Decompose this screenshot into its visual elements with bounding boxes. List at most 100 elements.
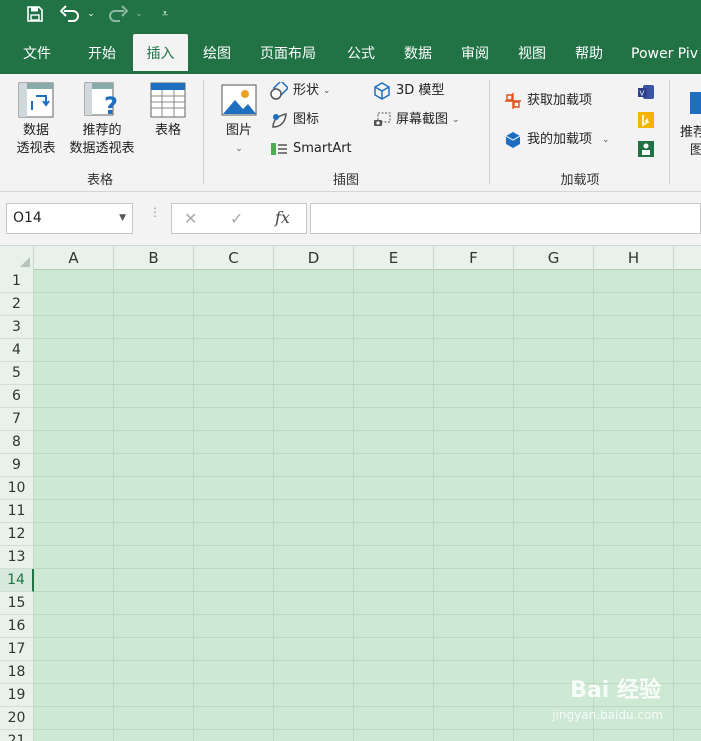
tab-file[interactable]: 文件 [12, 34, 62, 74]
recommended-charts-icon [690, 92, 701, 114]
row-header-4[interactable]: 4 [0, 339, 34, 362]
group-label-addins: 加载项 [560, 173, 600, 188]
column-header-g[interactable]: G [514, 246, 594, 270]
icons-button[interactable]: 图标 [270, 111, 319, 129]
row-header-11[interactable]: 11 [0, 500, 34, 523]
column-header-h[interactable]: H [594, 246, 674, 270]
undo-icon[interactable] [58, 3, 82, 25]
title-bar: ⌄ ⌄ ⩡ [0, 0, 701, 34]
undo-dropdown-icon[interactable]: ⌄ [84, 3, 98, 25]
smartart-icon [270, 140, 288, 158]
get-addins-icon [504, 92, 522, 110]
visio-addin-icon[interactable]: V [637, 83, 655, 101]
tab-review[interactable]: 审阅 [450, 34, 500, 74]
name-box[interactable]: O14 ▼ [6, 203, 133, 234]
recommended-pivot-button[interactable]: ? 推荐的 数据透视表 [64, 82, 140, 158]
row-header-19[interactable]: 19 [0, 684, 34, 707]
row-header-14[interactable]: 14 [0, 569, 34, 592]
my-addins-button[interactable]: 我的加载项 ⌄ [504, 131, 610, 149]
shapes-label: 形状 [293, 83, 320, 98]
row-header-9[interactable]: 9 [0, 454, 34, 477]
redo-icon [106, 3, 130, 25]
column-header-e[interactable]: E [354, 246, 434, 270]
my-addins-dropdown-icon: ⌄ [602, 135, 610, 145]
tab-insert[interactable]: 插入 [133, 34, 188, 74]
grid-line [113, 270, 114, 741]
group-label-tables: 表格 [86, 173, 113, 188]
row-header-5[interactable]: 5 [0, 362, 34, 385]
cancel-icon[interactable]: ✕ [184, 209, 197, 228]
people-graph-icon[interactable] [637, 140, 655, 158]
row-header-6[interactable]: 6 [0, 385, 34, 408]
bing-maps-icon[interactable] [637, 111, 655, 129]
name-box-dropdown-icon[interactable]: ▼ [119, 204, 126, 233]
column-header-a[interactable]: A [34, 246, 114, 270]
save-icon[interactable] [24, 3, 46, 25]
table-button[interactable]: 表格 [144, 82, 192, 140]
row-header-13[interactable]: 13 [0, 546, 34, 569]
grid-line [34, 476, 701, 477]
row-header-20[interactable]: 20 [0, 707, 34, 730]
tab-power-pivot[interactable]: Power Piv [625, 34, 701, 74]
grid-line [193, 270, 194, 741]
pivot-table-label-2: 透视表 [16, 141, 56, 156]
enter-icon[interactable]: ✓ [230, 209, 243, 228]
tab-formulas[interactable]: 公式 [336, 34, 386, 74]
column-header-b[interactable]: B [114, 246, 194, 270]
formula-bar-grip-icon[interactable]: ⋮ [149, 206, 161, 218]
row-header-3[interactable]: 3 [0, 316, 34, 339]
recommended-charts-button[interactable]: 推荐 图 [680, 92, 701, 160]
row-header-8[interactable]: 8 [0, 431, 34, 454]
row-header-1[interactable]: 1 [0, 270, 34, 293]
row-header-10[interactable]: 10 [0, 477, 34, 500]
tab-page-layout[interactable]: 页面布局 [250, 34, 326, 74]
row-header-21[interactable]: 21 [0, 730, 34, 741]
customize-qat-icon[interactable]: ⩡ [156, 3, 174, 25]
row-header-12[interactable]: 12 [0, 523, 34, 546]
recommended-pivot-label-2: 数据透视表 [69, 141, 135, 156]
insert-function-icon[interactable]: fx [275, 208, 290, 227]
select-all-button[interactable] [0, 246, 34, 270]
row-header-15[interactable]: 15 [0, 592, 34, 615]
recommended-pivot-label-1: 推荐的 [82, 123, 122, 138]
formula-input[interactable] [310, 203, 701, 234]
column-header-d[interactable]: D [274, 246, 354, 270]
tab-home[interactable]: 开始 [76, 34, 128, 74]
tab-help[interactable]: 帮助 [564, 34, 614, 74]
screenshot-button[interactable]: 屏幕截图 ⌄ [373, 111, 460, 129]
icons-icon [270, 111, 288, 129]
grid-line [34, 384, 701, 385]
row-header-2[interactable]: 2 [0, 293, 34, 316]
row-header-16[interactable]: 16 [0, 615, 34, 638]
svg-text:V: V [640, 90, 645, 98]
formula-controls: ✕ ✓ fx [171, 203, 307, 234]
row-header-7[interactable]: 7 [0, 408, 34, 431]
pivot-table-button[interactable]: 数据 透视表 [8, 82, 64, 158]
recommended-pivot-icon: ? [84, 82, 120, 120]
row-header-17[interactable]: 17 [0, 638, 34, 661]
pictures-button[interactable]: 图片 ⌄ [216, 82, 262, 158]
column-header-c[interactable]: C [194, 246, 274, 270]
worksheet-grid[interactable]: A B C D E F G H 1 2 3 4 5 6 7 8 9 10 11 12 13 14 15 16 17 18 19 20 2… [0, 246, 701, 741]
3d-model-button[interactable]: 3D 模型 [373, 82, 444, 100]
ribbon: 数据 透视表 ? 推荐的 数据透视表 表格 表格 图片 ⌄ 形状 ⌄ 图标 Sma… [0, 74, 701, 192]
pictures-dropdown-icon: ⌄ [235, 144, 243, 154]
watermark-url: jingyan.baidu.com [552, 708, 663, 722]
smartart-button[interactable]: SmartArt [270, 140, 352, 158]
formula-bar: O14 ▼ ⋮ ✕ ✓ fx [0, 192, 701, 246]
grid-line [34, 591, 701, 592]
shapes-button[interactable]: 形状 ⌄ [270, 79, 331, 100]
pivot-table-icon [18, 82, 54, 118]
tab-draw[interactable]: 绘图 [193, 34, 241, 74]
grid-line [34, 568, 701, 569]
tab-view[interactable]: 视图 [507, 34, 557, 74]
grid-line [34, 407, 701, 408]
row-header-18[interactable]: 18 [0, 661, 34, 684]
get-addins-button[interactable]: 获取加载项 [504, 92, 592, 110]
grid-line [34, 660, 701, 661]
column-header-f[interactable]: F [434, 246, 514, 270]
my-addins-icon [504, 131, 522, 149]
pictures-label: 图片 [225, 123, 252, 138]
tab-data[interactable]: 数据 [393, 34, 443, 74]
screenshot-dropdown-icon: ⌄ [452, 115, 460, 125]
